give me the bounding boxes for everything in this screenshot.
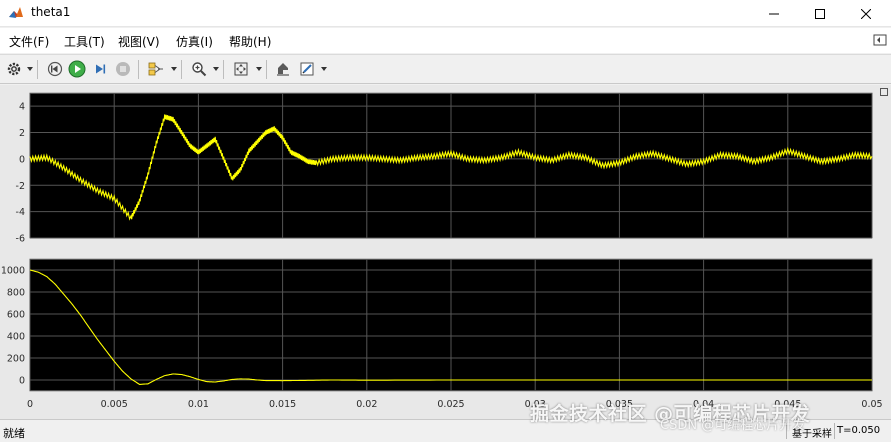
fit-to-view-icon [234, 62, 248, 76]
edit-dropdown-icon[interactable] [321, 67, 327, 71]
close-icon [861, 8, 871, 19]
minimize-icon [769, 13, 779, 14]
toolbar-separator [138, 60, 139, 79]
highlight-icon [148, 62, 163, 76]
x-tick-label: 0.01 [188, 399, 209, 410]
edit-button[interactable] [297, 59, 317, 79]
undock-axes-icon[interactable] [880, 88, 888, 96]
y-tick-label: 600 [7, 310, 25, 321]
title-bar: theta1 [0, 0, 891, 27]
stop-icon [116, 62, 130, 76]
run-button[interactable] [67, 59, 87, 79]
minimize-button[interactable] [751, 0, 797, 27]
highlight-dropdown-icon[interactable] [171, 67, 177, 71]
watermark-csdn: CSDN @可编程芯片开发 [660, 418, 806, 433]
y-tick-label: 2 [19, 128, 25, 139]
toolbar [0, 54, 891, 84]
edit-icon [300, 62, 314, 76]
x-tick-label: 0.005 [101, 399, 128, 410]
highlight-button[interactable] [146, 59, 166, 79]
maximize-icon [815, 8, 825, 19]
status-separator [834, 423, 835, 439]
y-tick-label: 800 [7, 288, 25, 299]
close-button[interactable] [843, 0, 889, 27]
toolbar-separator [266, 60, 267, 79]
x-tick-label: 0.015 [269, 399, 296, 410]
y-tick-label: 0 [19, 376, 25, 387]
cursor-measure-button[interactable] [273, 59, 293, 79]
menu-view[interactable]: 视图(V) [118, 33, 160, 50]
status-ready: 就绪 [3, 427, 25, 440]
settings-dropdown-icon[interactable] [27, 67, 33, 71]
x-tick-label: 0.02 [356, 399, 377, 410]
menu-help[interactable]: 帮助(H) [229, 33, 271, 50]
step-back-icon [47, 61, 63, 77]
gear-icon [7, 62, 21, 76]
status-time: T=0.050 [837, 425, 881, 436]
x-tick-label: 0.05 [861, 399, 882, 410]
menu-bar: 文件(F) 工具(T) 视图(V) 仿真(I) 帮助(H) [0, 28, 891, 53]
zoom-dropdown-icon[interactable] [213, 67, 219, 71]
bottom-axes[interactable]: 0 200 400 600 800 1000 0 0.005 0.01 0.015 0.02 0.02… [1, 258, 883, 410]
y-tick-label: -4 [16, 207, 25, 218]
fit-dropdown-icon[interactable] [256, 67, 262, 71]
stop-button[interactable] [113, 59, 133, 79]
zoom-in-button[interactable] [189, 59, 209, 79]
window-title: theta1 [31, 5, 71, 19]
step-forward-button[interactable] [90, 59, 110, 79]
top-axes[interactable]: -6 -4 -2 0 2 4 [16, 92, 873, 245]
matlab-icon [9, 7, 23, 18]
x-tick-label: 0 [27, 399, 33, 410]
toolbar-separator [223, 60, 224, 79]
menu-tools[interactable]: 工具(T) [64, 33, 105, 50]
maximize-button[interactable] [797, 0, 843, 27]
scope-axes: -6 -4 -2 0 2 4 0 200 400 600 800 1000 0 0.005 0.01 0.0… [1, 92, 883, 410]
toolbar-separator [181, 60, 182, 79]
cursor-measure-icon [277, 63, 289, 76]
menu-simulation[interactable]: 仿真(I) [176, 33, 213, 50]
toolbar-separator [37, 60, 38, 79]
y-tick-label: 4 [19, 102, 25, 113]
step-forward-icon [96, 64, 106, 74]
y-tick-label: -6 [16, 234, 25, 245]
dock-icon[interactable] [872, 32, 888, 48]
fit-to-view-button[interactable] [231, 59, 251, 79]
y-tick-label: 400 [7, 332, 25, 343]
step-back-button[interactable] [45, 59, 65, 79]
scope-plot-area: -6 -4 -2 0 2 4 0 200 400 600 800 1000 0 0.005 0.01 0.0… [0, 85, 891, 419]
run-icon [68, 60, 86, 78]
zoom-in-icon [192, 62, 207, 77]
menu-file[interactable]: 文件(F) [9, 33, 49, 50]
y-tick-label: -2 [16, 181, 25, 192]
x-tick-label: 0.025 [437, 399, 464, 410]
y-tick-label: 200 [7, 354, 25, 365]
y-tick-label: 0 [19, 154, 25, 165]
settings-button[interactable] [4, 59, 24, 79]
y-tick-label: 1000 [1, 266, 25, 277]
